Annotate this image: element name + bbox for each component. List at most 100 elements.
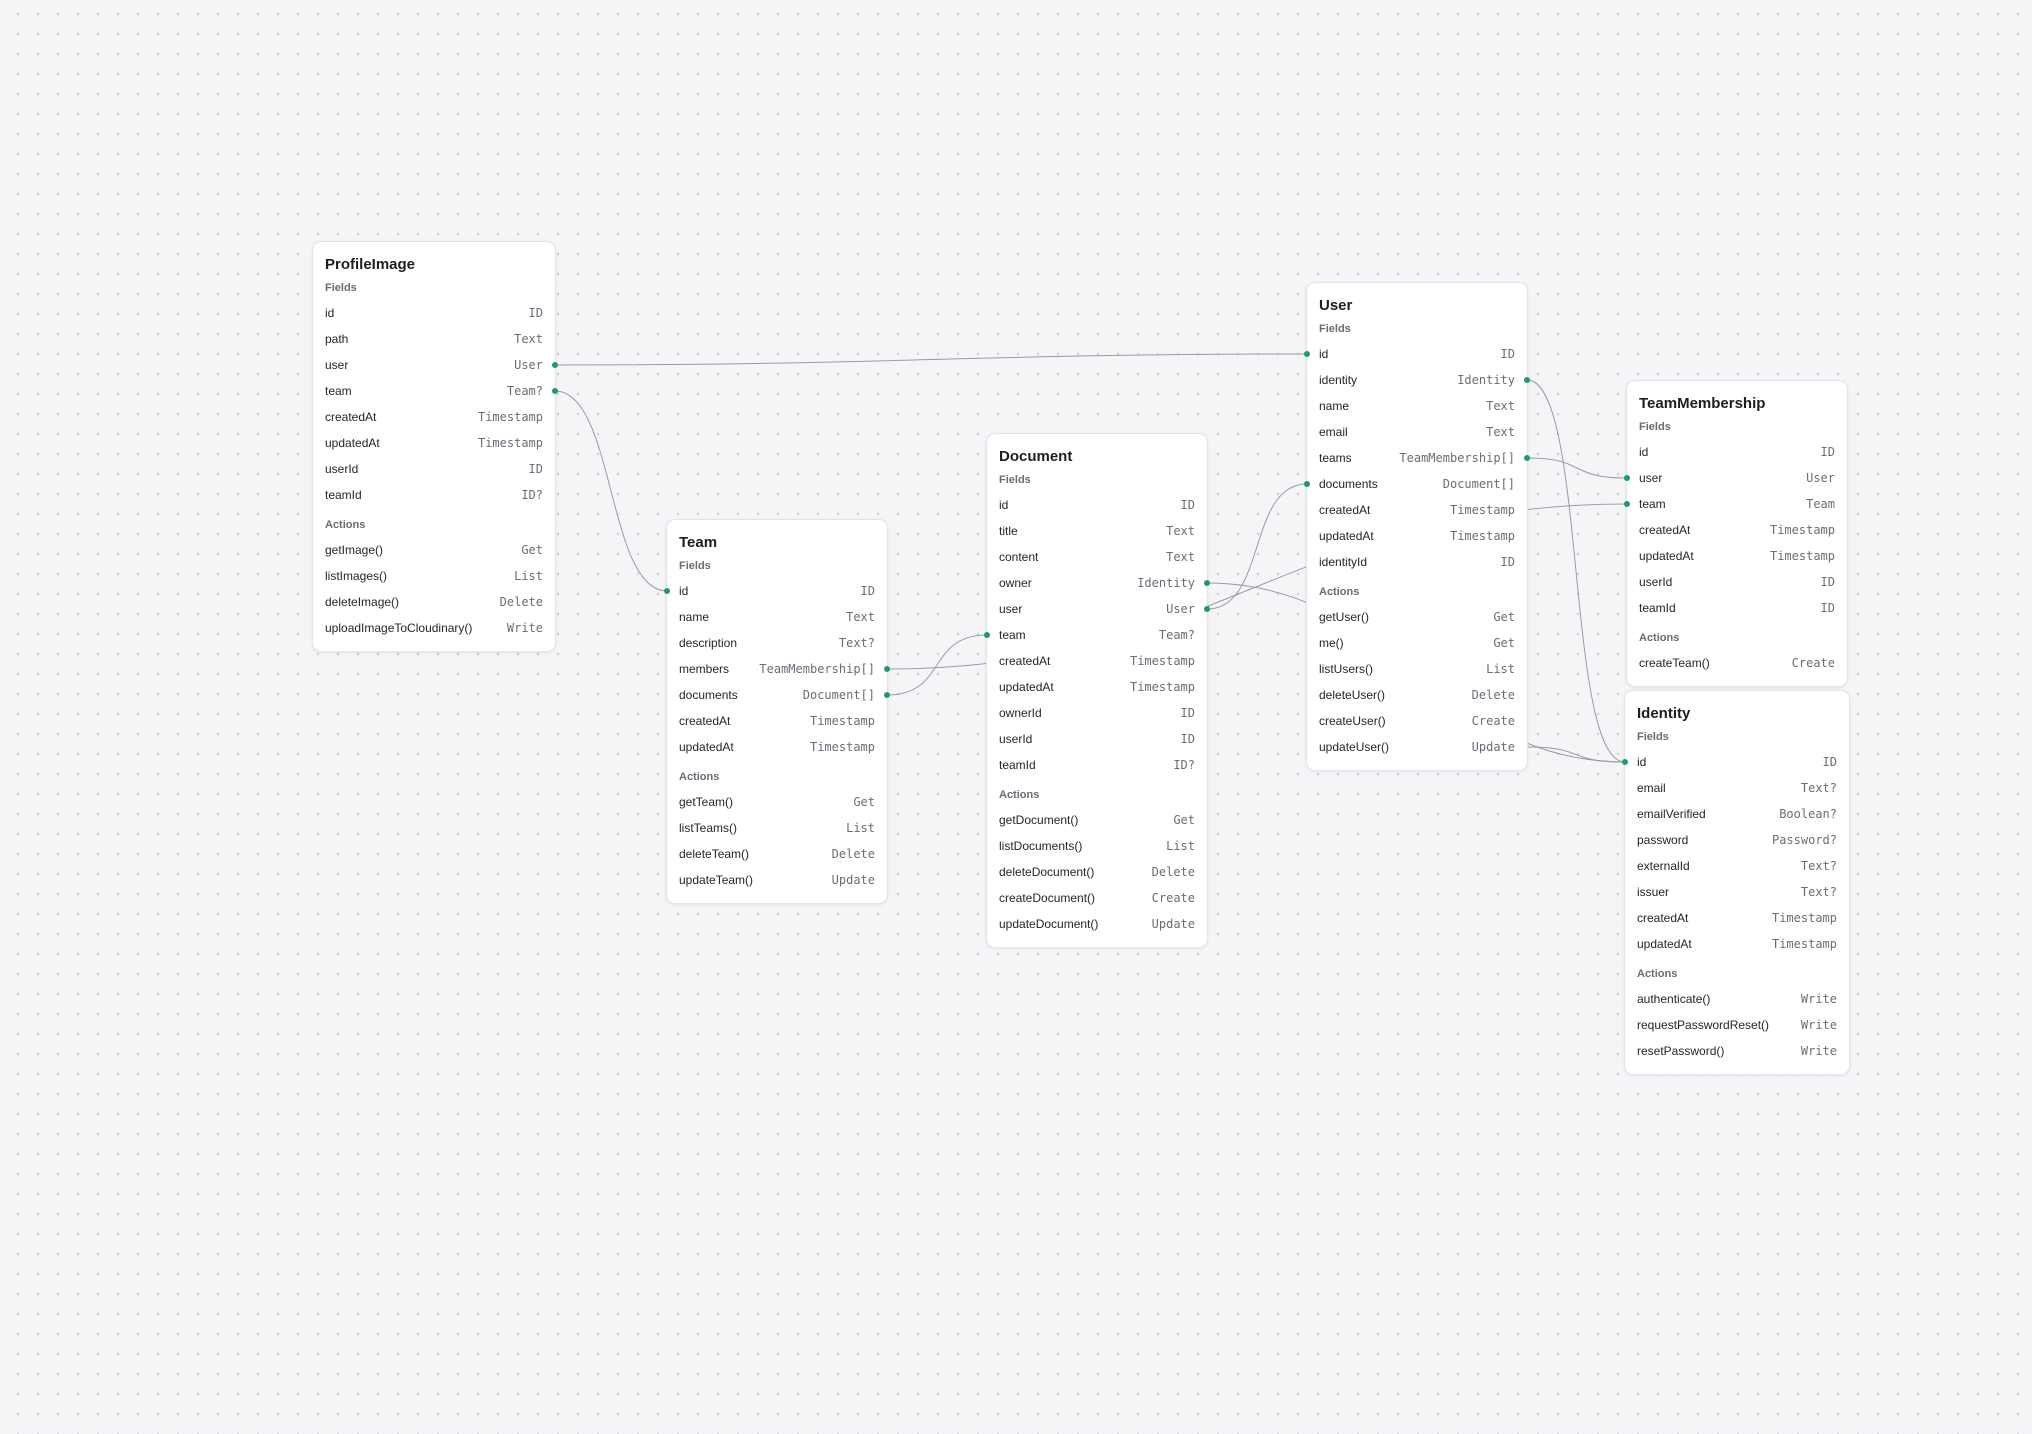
field-row-email[interactable]: email Text [1319,419,1515,445]
field-row-createdat[interactable]: createdAt Timestamp [1637,905,1837,931]
field-row-owner[interactable]: owner Identity [999,570,1210,596]
field-row-id[interactable]: id ID [1639,439,1835,465]
field-row-updatedat[interactable]: updatedAt Timestamp [325,430,543,456]
field-row-identityid[interactable]: identityId ID [1319,549,1515,575]
model-card-teammembership[interactable]: TeamMembership Fields id ID user User team… [1624,380,1848,687]
field-row-teamid[interactable]: teamId ID? [325,482,543,508]
field-row-email[interactable]: email Text? [1637,775,1837,801]
field-row-updatedat[interactable]: updatedAt Timestamp [1639,543,1835,569]
field-row-createdat[interactable]: createdAt Timestamp [325,404,543,430]
edge-user-teams [1526,457,1628,479]
model-title: ProfileImage [325,256,416,273]
field-row-externalid[interactable]: externalId Text? [1637,853,1837,879]
action-row-listimages[interactable]: listImages() List [325,563,543,589]
field-row-userid[interactable]: userId ID [999,726,1195,752]
action-row-updatedocument[interactable]: updateDocument() Update [999,911,1195,937]
field-row-teamid[interactable]: teamId ID? [999,752,1195,778]
connection-port[interactable] [1524,377,1530,383]
field-row-name[interactable]: name Text [1319,393,1515,419]
field-row-team[interactable]: team Team? [984,622,1195,648]
field-row-id[interactable]: id ID [325,300,543,326]
field-row-documents[interactable]: documents Document[] [679,682,890,708]
field-row-createdat[interactable]: createdAt Timestamp [999,648,1195,674]
field-row-content[interactable]: content Text [999,544,1195,570]
action-row-listteams[interactable]: listTeams() List [679,815,875,841]
connection-port[interactable] [1204,580,1210,586]
field-row-identity[interactable]: identity Identity [1319,367,1530,393]
action-row-deleteimage[interactable]: deleteImage() Delete [325,589,543,615]
field-row-teamid[interactable]: teamId ID [1639,595,1835,621]
field-row-user[interactable]: user User [1624,465,1835,491]
field-row-issuer[interactable]: issuer Text? [1637,879,1837,905]
connection-port[interactable] [1624,501,1630,507]
action-row-getimage[interactable]: getImage() Get [325,537,543,563]
field-name: teamId [325,488,362,502]
model-card-identity[interactable]: Identity Fields id ID email Text? emailVer… [1622,690,1850,1075]
field-row-team[interactable]: team Team? [325,378,558,404]
model-card-profileimage[interactable]: ProfileImage Fields id ID path Text user Us… [312,241,558,652]
action-row-deletedocument[interactable]: deleteDocument() Delete [999,859,1195,885]
field-row-updatedat[interactable]: updatedAt Timestamp [1637,931,1837,957]
field-row-password[interactable]: password Password? [1637,827,1837,853]
field-row-user[interactable]: user User [999,596,1210,622]
model-card-document[interactable]: Document Fields id ID title Text content Te… [984,433,1210,948]
field-row-updatedat[interactable]: updatedAt Timestamp [1319,523,1515,549]
action-row-updateteam[interactable]: updateTeam() Update [679,867,875,893]
field-row-id[interactable]: id ID [999,492,1195,518]
connection-port[interactable] [552,362,558,368]
action-row-listusers[interactable]: listUsers() List [1319,656,1515,682]
field-row-members[interactable]: members TeamMembership[] [679,656,890,682]
field-row-userid[interactable]: userId ID [325,456,543,482]
field-row-createdat[interactable]: createdAt Timestamp [679,708,875,734]
action-row-deleteteam[interactable]: deleteTeam() Delete [679,841,875,867]
field-row-createdat[interactable]: createdAt Timestamp [1319,497,1515,523]
field-row-updatedat[interactable]: updatedAt Timestamp [679,734,875,760]
connection-port[interactable] [1304,481,1310,487]
action-row-authenticate[interactable]: authenticate() Write [1637,986,1837,1012]
action-row-resetpassword[interactable]: resetPassword() Write [1637,1038,1837,1064]
action-row-createdocument[interactable]: createDocument() Create [999,885,1195,911]
action-row-requestpasswordreset[interactable]: requestPasswordReset() Write [1637,1012,1837,1038]
field-row-userid[interactable]: userId ID [1639,569,1835,595]
connection-port[interactable] [884,666,890,672]
field-row-teams[interactable]: teams TeamMembership[] [1319,445,1530,471]
connection-port[interactable] [552,388,558,394]
field-row-documents[interactable]: documents Document[] [1304,471,1515,497]
field-row-path[interactable]: path Text [325,326,543,352]
field-name: updatedAt [999,680,1054,694]
connection-port[interactable] [884,692,890,698]
field-row-id[interactable]: id ID [1622,749,1837,775]
field-row-id[interactable]: id ID [664,578,875,604]
field-row-title[interactable]: title Text [999,518,1195,544]
action-row-deleteuser[interactable]: deleteUser() Delete [1319,682,1515,708]
action-row-uploadimagetocloudinary[interactable]: uploadImageToCloudinary() Write [325,615,543,641]
connection-port[interactable] [984,632,990,638]
action-row-createteam[interactable]: createTeam() Create [1639,650,1835,676]
field-row-ownerid[interactable]: ownerId ID [999,700,1195,726]
field-row-team[interactable]: team Team [1624,491,1835,517]
model-card-team[interactable]: Team Fields id ID name Text description Tex… [664,519,890,904]
connection-port[interactable] [1622,759,1628,765]
field-row-description[interactable]: description Text? [679,630,875,656]
field-name: updatedAt [1319,529,1374,543]
connection-port[interactable] [1624,475,1630,481]
action-row-listdocuments[interactable]: listDocuments() List [999,833,1195,859]
action-row-me[interactable]: me() Get [1319,630,1515,656]
action-row-createuser[interactable]: createUser() Create [1319,708,1515,734]
connection-port[interactable] [664,588,670,594]
field-name: createdAt [1319,503,1371,517]
field-row-user[interactable]: user User [325,352,558,378]
connection-port[interactable] [1524,455,1530,461]
field-row-updatedat[interactable]: updatedAt Timestamp [999,674,1195,700]
field-row-createdat[interactable]: createdAt Timestamp [1639,517,1835,543]
field-row-name[interactable]: name Text [679,604,875,630]
connection-port[interactable] [1204,606,1210,612]
field-row-id[interactable]: id ID [1304,341,1515,367]
action-row-updateuser[interactable]: updateUser() Update [1319,734,1515,760]
action-row-getteam[interactable]: getTeam() Get [679,789,875,815]
connection-port[interactable] [1304,351,1310,357]
field-row-emailverified[interactable]: emailVerified Boolean? [1637,801,1837,827]
action-row-getuser[interactable]: getUser() Get [1319,604,1515,630]
action-row-getdocument[interactable]: getDocument() Get [999,807,1195,833]
model-card-user[interactable]: User Fields id ID identity Identity name Te… [1304,282,1530,771]
